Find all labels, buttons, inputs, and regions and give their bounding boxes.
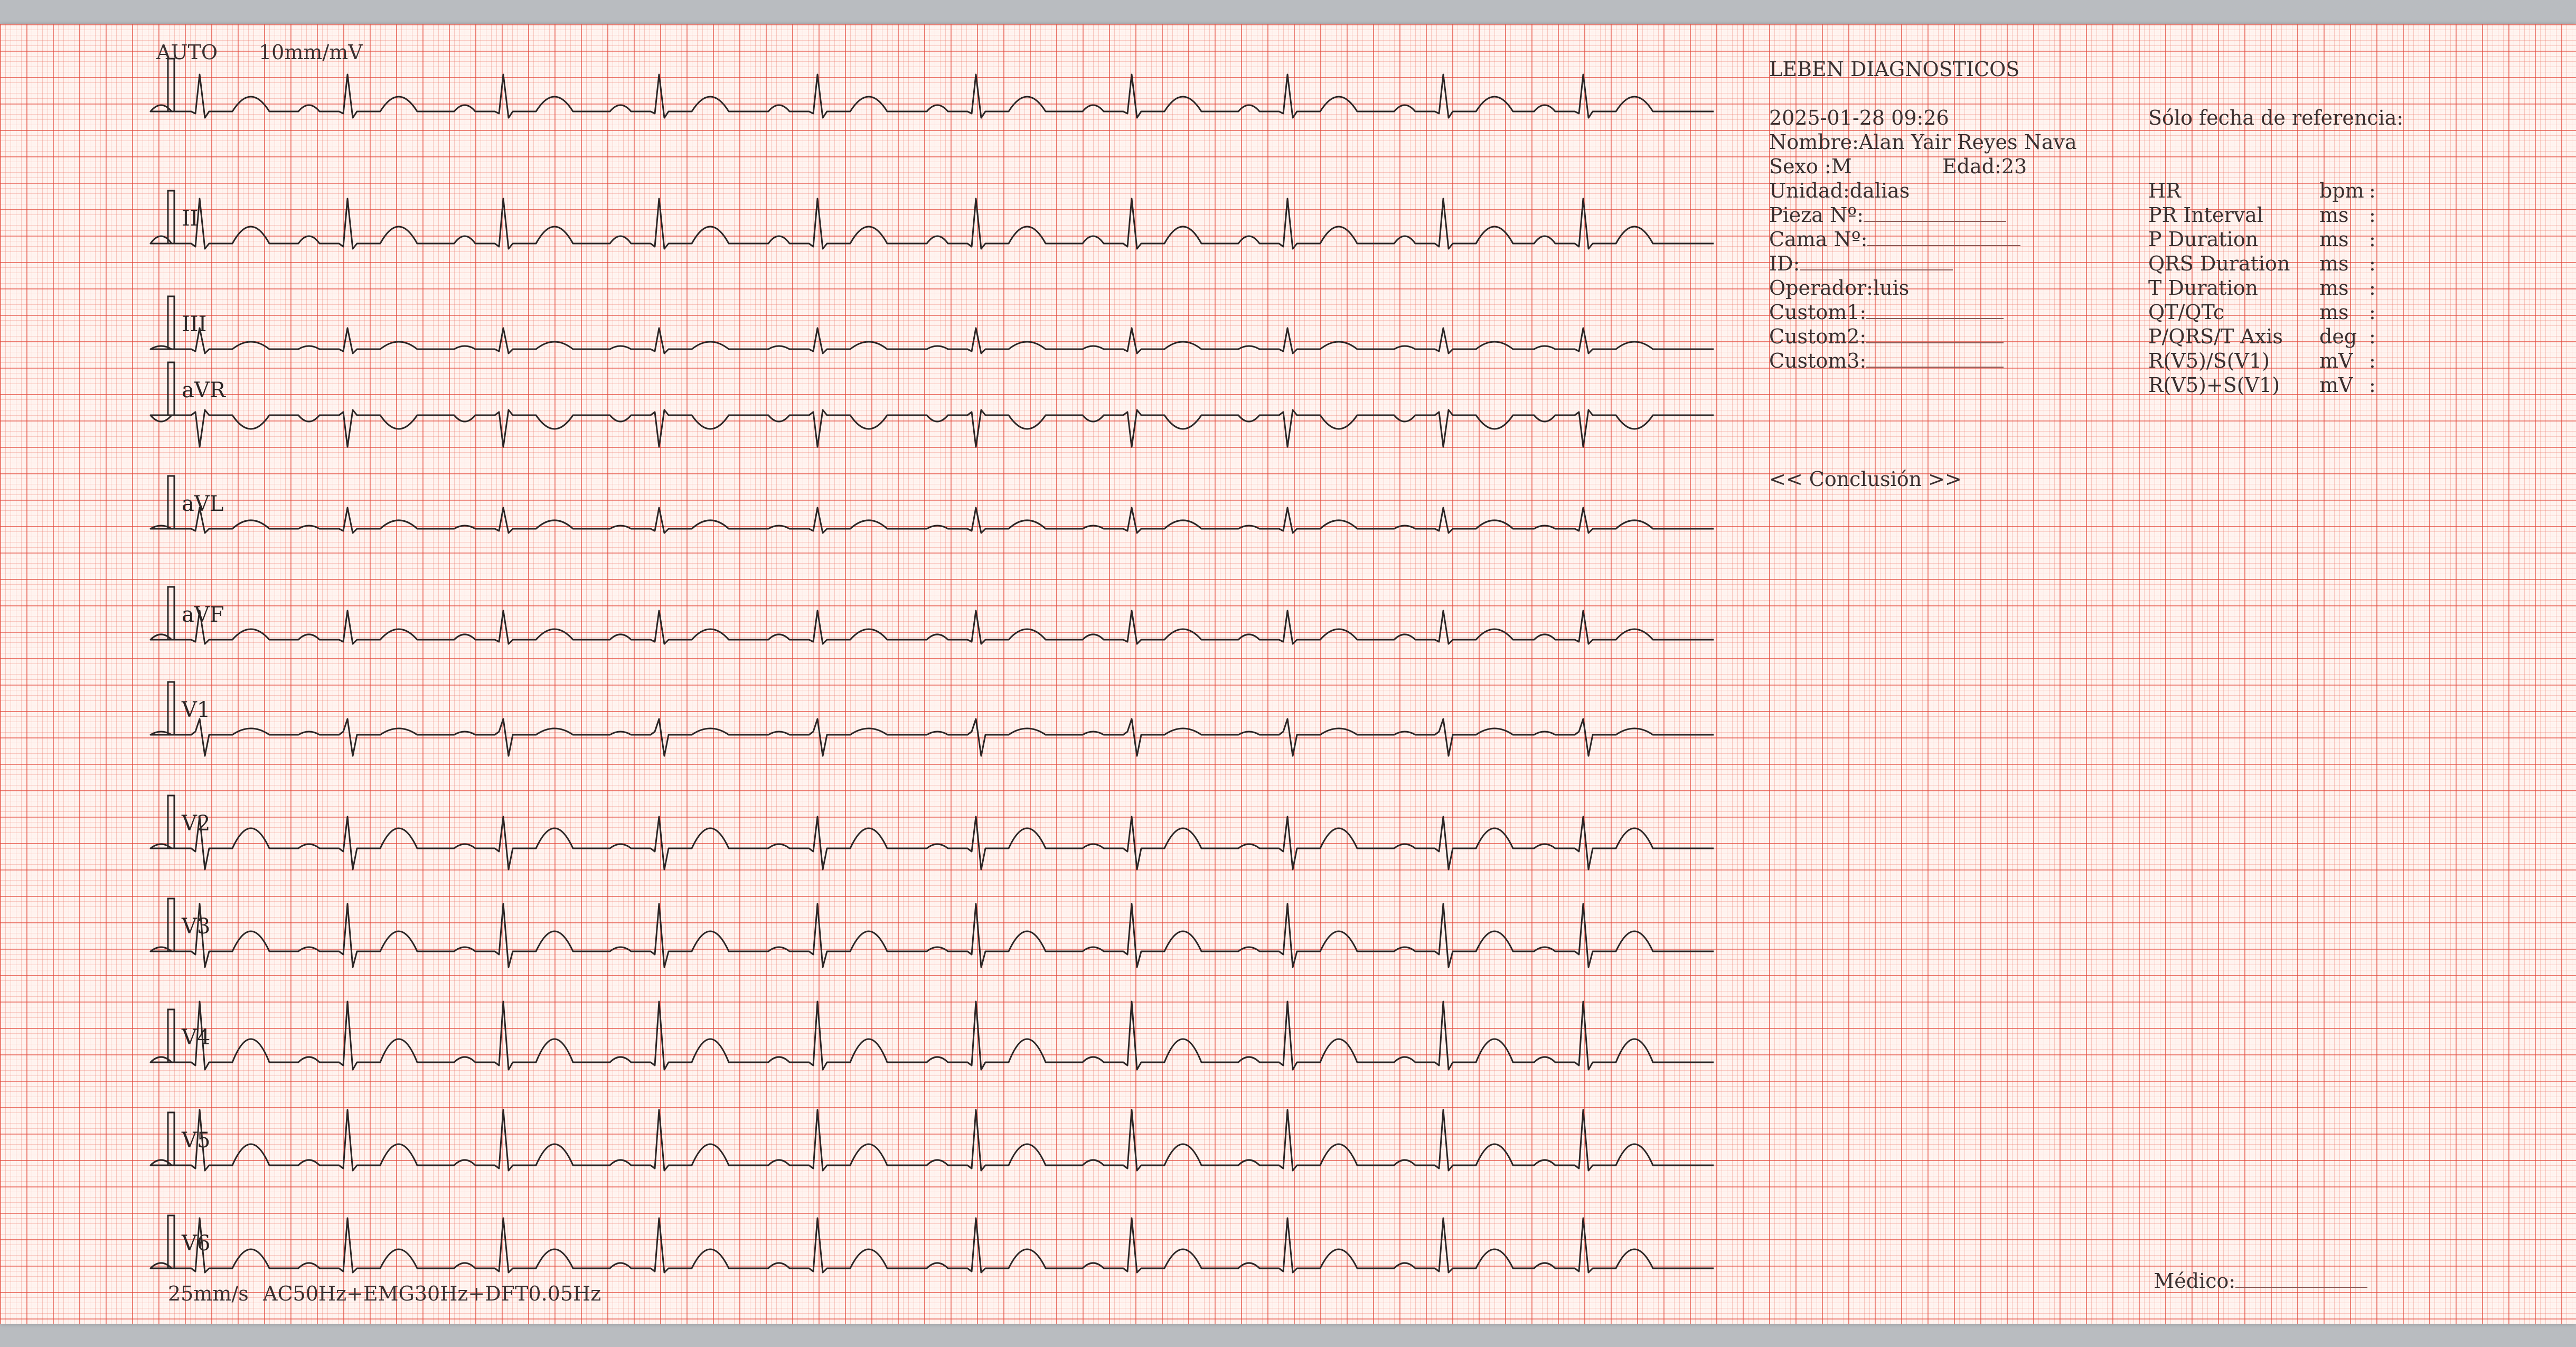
measurement-value: : [2369, 252, 2376, 275]
calibration-pulse [162, 475, 177, 530]
paper-speed: 25mm/s [168, 1282, 249, 1305]
measurement-unit: ms [2319, 203, 2349, 227]
ecg-trace-v1 [149, 718, 1714, 757]
measurement-label: QRS Duration [2148, 252, 2290, 275]
calibration-pulse [162, 897, 177, 952]
institution-name: LEBEN DIAGNOSTICOS [1769, 58, 2020, 81]
custom2: Custom2: [1769, 326, 2004, 347]
measurement-label: T Duration [2148, 276, 2258, 300]
custom2-line [1866, 326, 2004, 343]
ecg-trace-i [149, 73, 1714, 119]
ecg-trace-avr [149, 409, 1714, 448]
patient-id: ID: [1769, 254, 1953, 274]
ecg-trace-v6 [149, 1217, 1714, 1274]
calibration-pulse [162, 58, 177, 113]
lead-label-avr: aVR [182, 378, 225, 403]
ecg-trace-iii [149, 327, 1714, 354]
measurement-unit: mV [2319, 373, 2353, 397]
physician-signature-line [2235, 1271, 2368, 1288]
measurement-unit: deg [2319, 325, 2357, 348]
custom3-line [1866, 351, 2004, 368]
measurement-value: : [2369, 203, 2376, 227]
patient-age: Edad:23 [1942, 155, 2027, 178]
patient-unit: Unidad:dalias [1769, 179, 1910, 202]
measurement-value: : [2369, 179, 2376, 202]
lead-label-v5: V5 [182, 1128, 211, 1153]
calibration-pulse [162, 361, 177, 416]
lead-label-v6: V6 [182, 1231, 211, 1256]
ecg-trace-v4 [149, 1000, 1714, 1071]
calibration-pulse [162, 586, 177, 641]
ecg-trace-v3 [149, 903, 1714, 968]
measurement-unit: ms [2319, 276, 2349, 300]
bed-number: Cama Nº: [1769, 228, 2021, 251]
lead-label-v3: V3 [182, 914, 211, 939]
measurement-label: PR Interval [2148, 203, 2263, 227]
measurement-value: : [2369, 276, 2376, 300]
lead-label-v1: V1 [182, 698, 211, 722]
patient-id-label: ID: [1769, 252, 1800, 275]
measurement-label: QT/QTc [2148, 301, 2225, 324]
custom3: Custom3: [1769, 351, 2004, 371]
calibration-pulse [162, 190, 177, 245]
ecg-trace-v2 [149, 816, 1714, 871]
measurement-label: HR [2148, 179, 2181, 202]
measurement-label: R(V5)/S(V1) [2148, 349, 2270, 372]
ecg-trace-avf [149, 610, 1714, 645]
calibration-pulse [162, 681, 177, 736]
physician-label-text: Médico: [2154, 1269, 2236, 1293]
room-number-line [1863, 205, 2006, 222]
bed-number-label: Cama Nº: [1769, 228, 1868, 251]
room-number: Pieza Nº: [1769, 205, 2006, 225]
measurement-value: : [2369, 349, 2376, 372]
measurement-label: R(V5)+S(V1) [2148, 373, 2280, 397]
conclusion-heading: << Conclusión >> [1769, 467, 1962, 491]
measurement-value: : [2369, 373, 2376, 397]
measurement-value: : [2369, 301, 2376, 324]
measurement-value: : [2369, 325, 2376, 348]
ecg-trace-avl [149, 507, 1714, 534]
calibration-pulse [162, 1111, 177, 1166]
gain-mode: AUTO [156, 41, 218, 64]
calibration-pulse [162, 1214, 177, 1269]
measurement-unit: ms [2319, 228, 2349, 251]
custom1-line [1866, 302, 2004, 319]
patient-name: Nombre:Alan Yair Reyes Nava [1769, 130, 2077, 154]
lead-label-v4: V4 [182, 1025, 211, 1050]
patient-sex: Sexo :M [1769, 155, 1852, 178]
custom3-label: Custom3: [1769, 349, 1867, 372]
ecg-trace-ii [149, 198, 1714, 250]
measurement-unit: ms [2319, 252, 2349, 275]
custom1: Custom1: [1769, 302, 2004, 322]
custom1-label: Custom1: [1769, 301, 1867, 324]
lead-label-v2: V2 [182, 811, 211, 836]
measurement-label: P Duration [2148, 228, 2259, 251]
measurements-heading: Sólo fecha de referencia: [2148, 106, 2404, 129]
calibration-pulse [162, 295, 177, 350]
gain-setting: 10mm/mV [259, 41, 363, 64]
measurement-label: P/QRS/T Axis [2148, 325, 2283, 348]
room-number-label: Pieza Nº: [1769, 203, 1864, 227]
measurement-unit: bpm [2319, 179, 2364, 202]
operator: Operador:luis [1769, 276, 1910, 300]
lead-label-iii: III [182, 312, 207, 336]
calibration-pulse [162, 1008, 177, 1063]
lead-label-avl: aVL [182, 492, 224, 516]
measurement-unit: ms [2319, 301, 2349, 324]
patient-id-line [1800, 254, 1953, 270]
ecg-trace-v5 [149, 1109, 1714, 1172]
bed-number-line [1867, 229, 2021, 246]
filter-settings: AC50Hz+EMG30Hz+DFT0.05Hz [263, 1282, 601, 1305]
lead-label-avf: aVF [182, 603, 224, 627]
record-datetime: 2025-01-28 09:26 [1769, 106, 1949, 129]
ecg-paper: AUTO 10mm/mV IIIIIIaVRaVLaVFV1V2V3V4V5V6… [0, 24, 2576, 1324]
custom2-label: Custom2: [1769, 325, 1867, 348]
calibration-pulse [162, 794, 177, 849]
physician-label: Médico: [2128, 1251, 2368, 1311]
measurement-unit: mV [2319, 349, 2353, 372]
measurement-value: : [2369, 228, 2376, 251]
lead-label-ii: II [182, 207, 199, 231]
